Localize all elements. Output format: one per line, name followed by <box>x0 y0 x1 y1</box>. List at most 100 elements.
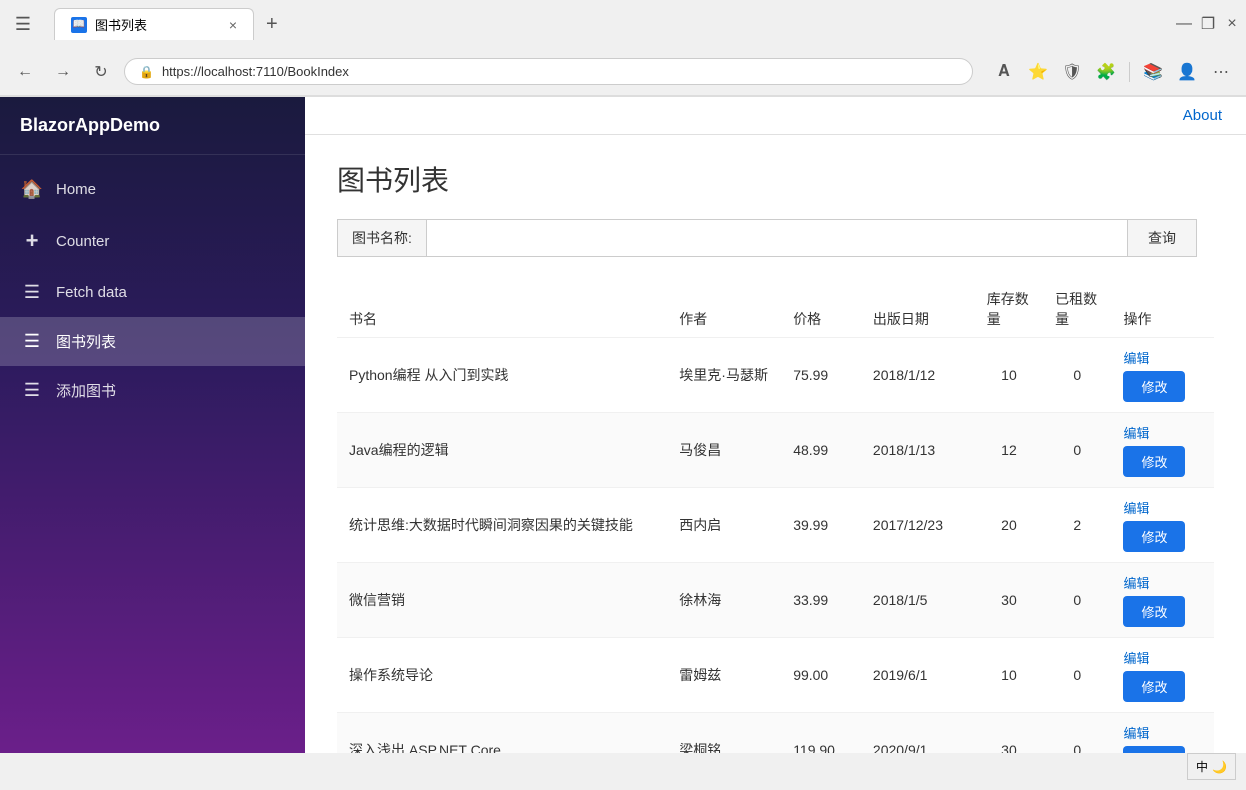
sidebar-item-book-list-label: 图书列表 <box>56 331 116 352</box>
fetch-data-icon: ☰ <box>20 282 44 303</box>
restore-btn[interactable]: ❐ <box>1202 18 1214 30</box>
book-actions: 编辑 修改 <box>1111 638 1214 713</box>
sidebar-item-fetch-label: Fetch data <box>56 284 127 301</box>
book-title: 统计思维:大数据时代瞬间洞察因果的关键技能 <box>337 488 667 563</box>
modify-button[interactable]: 修改 <box>1123 671 1185 702</box>
tab-favicon: 📖 <box>71 17 87 33</box>
sidebar-toggle-btn[interactable]: ☰ <box>8 9 38 39</box>
new-tab-btn[interactable]: + <box>258 9 286 40</box>
url-bar[interactable]: 🔒 https://localhost:7110/BookIndex <box>124 58 973 85</box>
edit-link[interactable]: 编辑 <box>1123 423 1149 442</box>
book-price: 75.99 <box>781 338 861 413</box>
edit-link[interactable]: 编辑 <box>1123 573 1149 592</box>
book-actions: 编辑 修改 <box>1111 563 1214 638</box>
profile-btn[interactable]: 👤 <box>1172 57 1202 87</box>
book-rented: 2 <box>1043 488 1111 563</box>
th-stock: 库存数 量 <box>975 281 1043 338</box>
book-rented: 0 <box>1043 563 1111 638</box>
book-date: 2018/1/13 <box>861 413 975 488</box>
content-area: 图书列表 图书名称: 查询 书名 作者 价格 出版日期 <box>305 135 1246 753</box>
book-title: 微信营销 <box>337 563 667 638</box>
extensions-btn[interactable]: 🧩 <box>1091 57 1121 87</box>
book-date: 2018/1/12 <box>861 338 975 413</box>
book-stock: 10 <box>975 338 1043 413</box>
search-input[interactable] <box>427 222 1127 254</box>
main-content: About 图书列表 图书名称: 查询 书名 作者 价格 出版日期 <box>305 97 1246 753</box>
book-stock: 20 <box>975 488 1043 563</box>
minimize-btn[interactable]: — <box>1178 18 1190 30</box>
sidebar-item-add-book[interactable]: ☰ 添加图书 <box>0 366 305 415</box>
page-title: 图书列表 <box>337 159 1214 199</box>
th-author: 作者 <box>667 281 781 338</box>
browser-tab[interactable]: 📖 图书列表 × <box>54 8 254 40</box>
book-date: 2018/1/5 <box>861 563 975 638</box>
sidebar-item-book-list[interactable]: ☰ 图书列表 <box>0 317 305 366</box>
forward-btn[interactable]: → <box>48 57 78 87</box>
sidebar-nav: 🏠 Home + Counter ☰ Fetch data ☰ 图书列表 ☰ 添… <box>0 155 305 425</box>
favorites-icon-btn[interactable]: ⭐ <box>1023 57 1053 87</box>
modify-button[interactable]: 修改 <box>1123 746 1185 753</box>
window-controls: — ❐ × <box>1178 18 1238 30</box>
reader-mode-btn[interactable]: 𝐀 <box>989 57 1019 87</box>
toolbar-icons: 𝐀 ⭐ 🛡 🧩 📚 👤 ⋯ <box>989 57 1236 87</box>
table-row: 微信营销 徐林海 33.99 2018/1/5 30 0 编辑 修改 <box>337 563 1214 638</box>
th-rented: 已租数 量 <box>1043 281 1111 338</box>
collections-btn[interactable]: 📚 <box>1138 57 1168 87</box>
book-rented: 0 <box>1043 413 1111 488</box>
add-book-icon: ☰ <box>20 380 44 401</box>
book-author: 西内启 <box>667 488 781 563</box>
table-row: 操作系统导论 雷姆兹 99.00 2019/6/1 10 0 编辑 修改 <box>337 638 1214 713</box>
modify-button[interactable]: 修改 <box>1123 521 1185 552</box>
book-price: 48.99 <box>781 413 861 488</box>
th-price: 价格 <box>781 281 861 338</box>
book-actions: 编辑 修改 <box>1111 338 1214 413</box>
shield-icon-btn[interactable]: 🛡 <box>1057 57 1087 87</box>
book-table-body: Python编程 从入门到实践 埃里克·马瑟斯 75.99 2018/1/12 … <box>337 338 1214 754</box>
table-row: Java编程的逻辑 马俊昌 48.99 2018/1/13 12 0 编辑 修改 <box>337 413 1214 488</box>
book-date: 2019/6/1 <box>861 638 975 713</box>
tab-title: 图书列表 <box>95 15 147 34</box>
table-row: 深入浅出 ASP.NET Core 梁桐铭 119.90 2020/9/1 30… <box>337 713 1214 754</box>
separator <box>1129 62 1130 82</box>
sidebar-item-home-label: Home <box>56 181 96 198</box>
book-author: 雷姆兹 <box>667 638 781 713</box>
book-rented: 0 <box>1043 338 1111 413</box>
book-author: 马俊昌 <box>667 413 781 488</box>
th-stock-label: 库存数 量 <box>987 289 1031 329</box>
edit-link[interactable]: 编辑 <box>1123 648 1149 667</box>
back-btn[interactable]: ← <box>10 57 40 87</box>
book-title: 深入浅出 ASP.NET Core <box>337 713 667 754</box>
title-bar: ☰ 📖 图书列表 × + — ❐ × <box>0 0 1246 48</box>
edit-link[interactable]: 编辑 <box>1123 723 1149 742</box>
refresh-btn[interactable]: ↻ <box>86 57 116 87</box>
lock-icon: 🔒 <box>139 65 154 79</box>
book-date: 2020/9/1 <box>861 713 975 754</box>
th-rented-label: 已租数 量 <box>1055 289 1099 329</box>
about-link[interactable]: About <box>1183 107 1222 124</box>
modify-button[interactable]: 修改 <box>1123 446 1185 477</box>
book-rented: 0 <box>1043 713 1111 754</box>
sidebar: BlazorAppDemo 🏠 Home + Counter ☰ Fetch d… <box>0 97 305 753</box>
sidebar-item-home[interactable]: 🏠 Home <box>0 165 305 214</box>
close-btn[interactable]: × <box>1226 18 1238 30</box>
search-button[interactable]: 查询 <box>1127 220 1196 256</box>
edit-link[interactable]: 编辑 <box>1123 498 1149 517</box>
th-action: 操作 <box>1111 281 1214 338</box>
app-container: BlazorAppDemo 🏠 Home + Counter ☰ Fetch d… <box>0 97 1246 753</box>
modify-button[interactable]: 修改 <box>1123 371 1185 402</box>
tab-close-btn[interactable]: × <box>229 17 237 33</box>
table-header-row: 书名 作者 价格 出版日期 库存数 量 已租数 <box>337 281 1214 338</box>
sidebar-item-counter[interactable]: + Counter <box>0 214 305 268</box>
book-price: 33.99 <box>781 563 861 638</box>
modify-button[interactable]: 修改 <box>1123 596 1185 627</box>
sidebar-item-add-book-label: 添加图书 <box>56 380 116 401</box>
sidebar-item-fetch-data[interactable]: ☰ Fetch data <box>0 268 305 317</box>
book-author: 梁桐铭 <box>667 713 781 754</box>
book-price: 119.90 <box>781 713 861 754</box>
more-btn[interactable]: ⋯ <box>1206 57 1236 87</box>
book-title: Python编程 从入门到实践 <box>337 338 667 413</box>
edit-link[interactable]: 编辑 <box>1123 348 1149 367</box>
book-stock: 30 <box>975 563 1043 638</box>
sidebar-brand: BlazorAppDemo <box>0 97 305 155</box>
book-actions: 编辑 修改 <box>1111 713 1214 754</box>
